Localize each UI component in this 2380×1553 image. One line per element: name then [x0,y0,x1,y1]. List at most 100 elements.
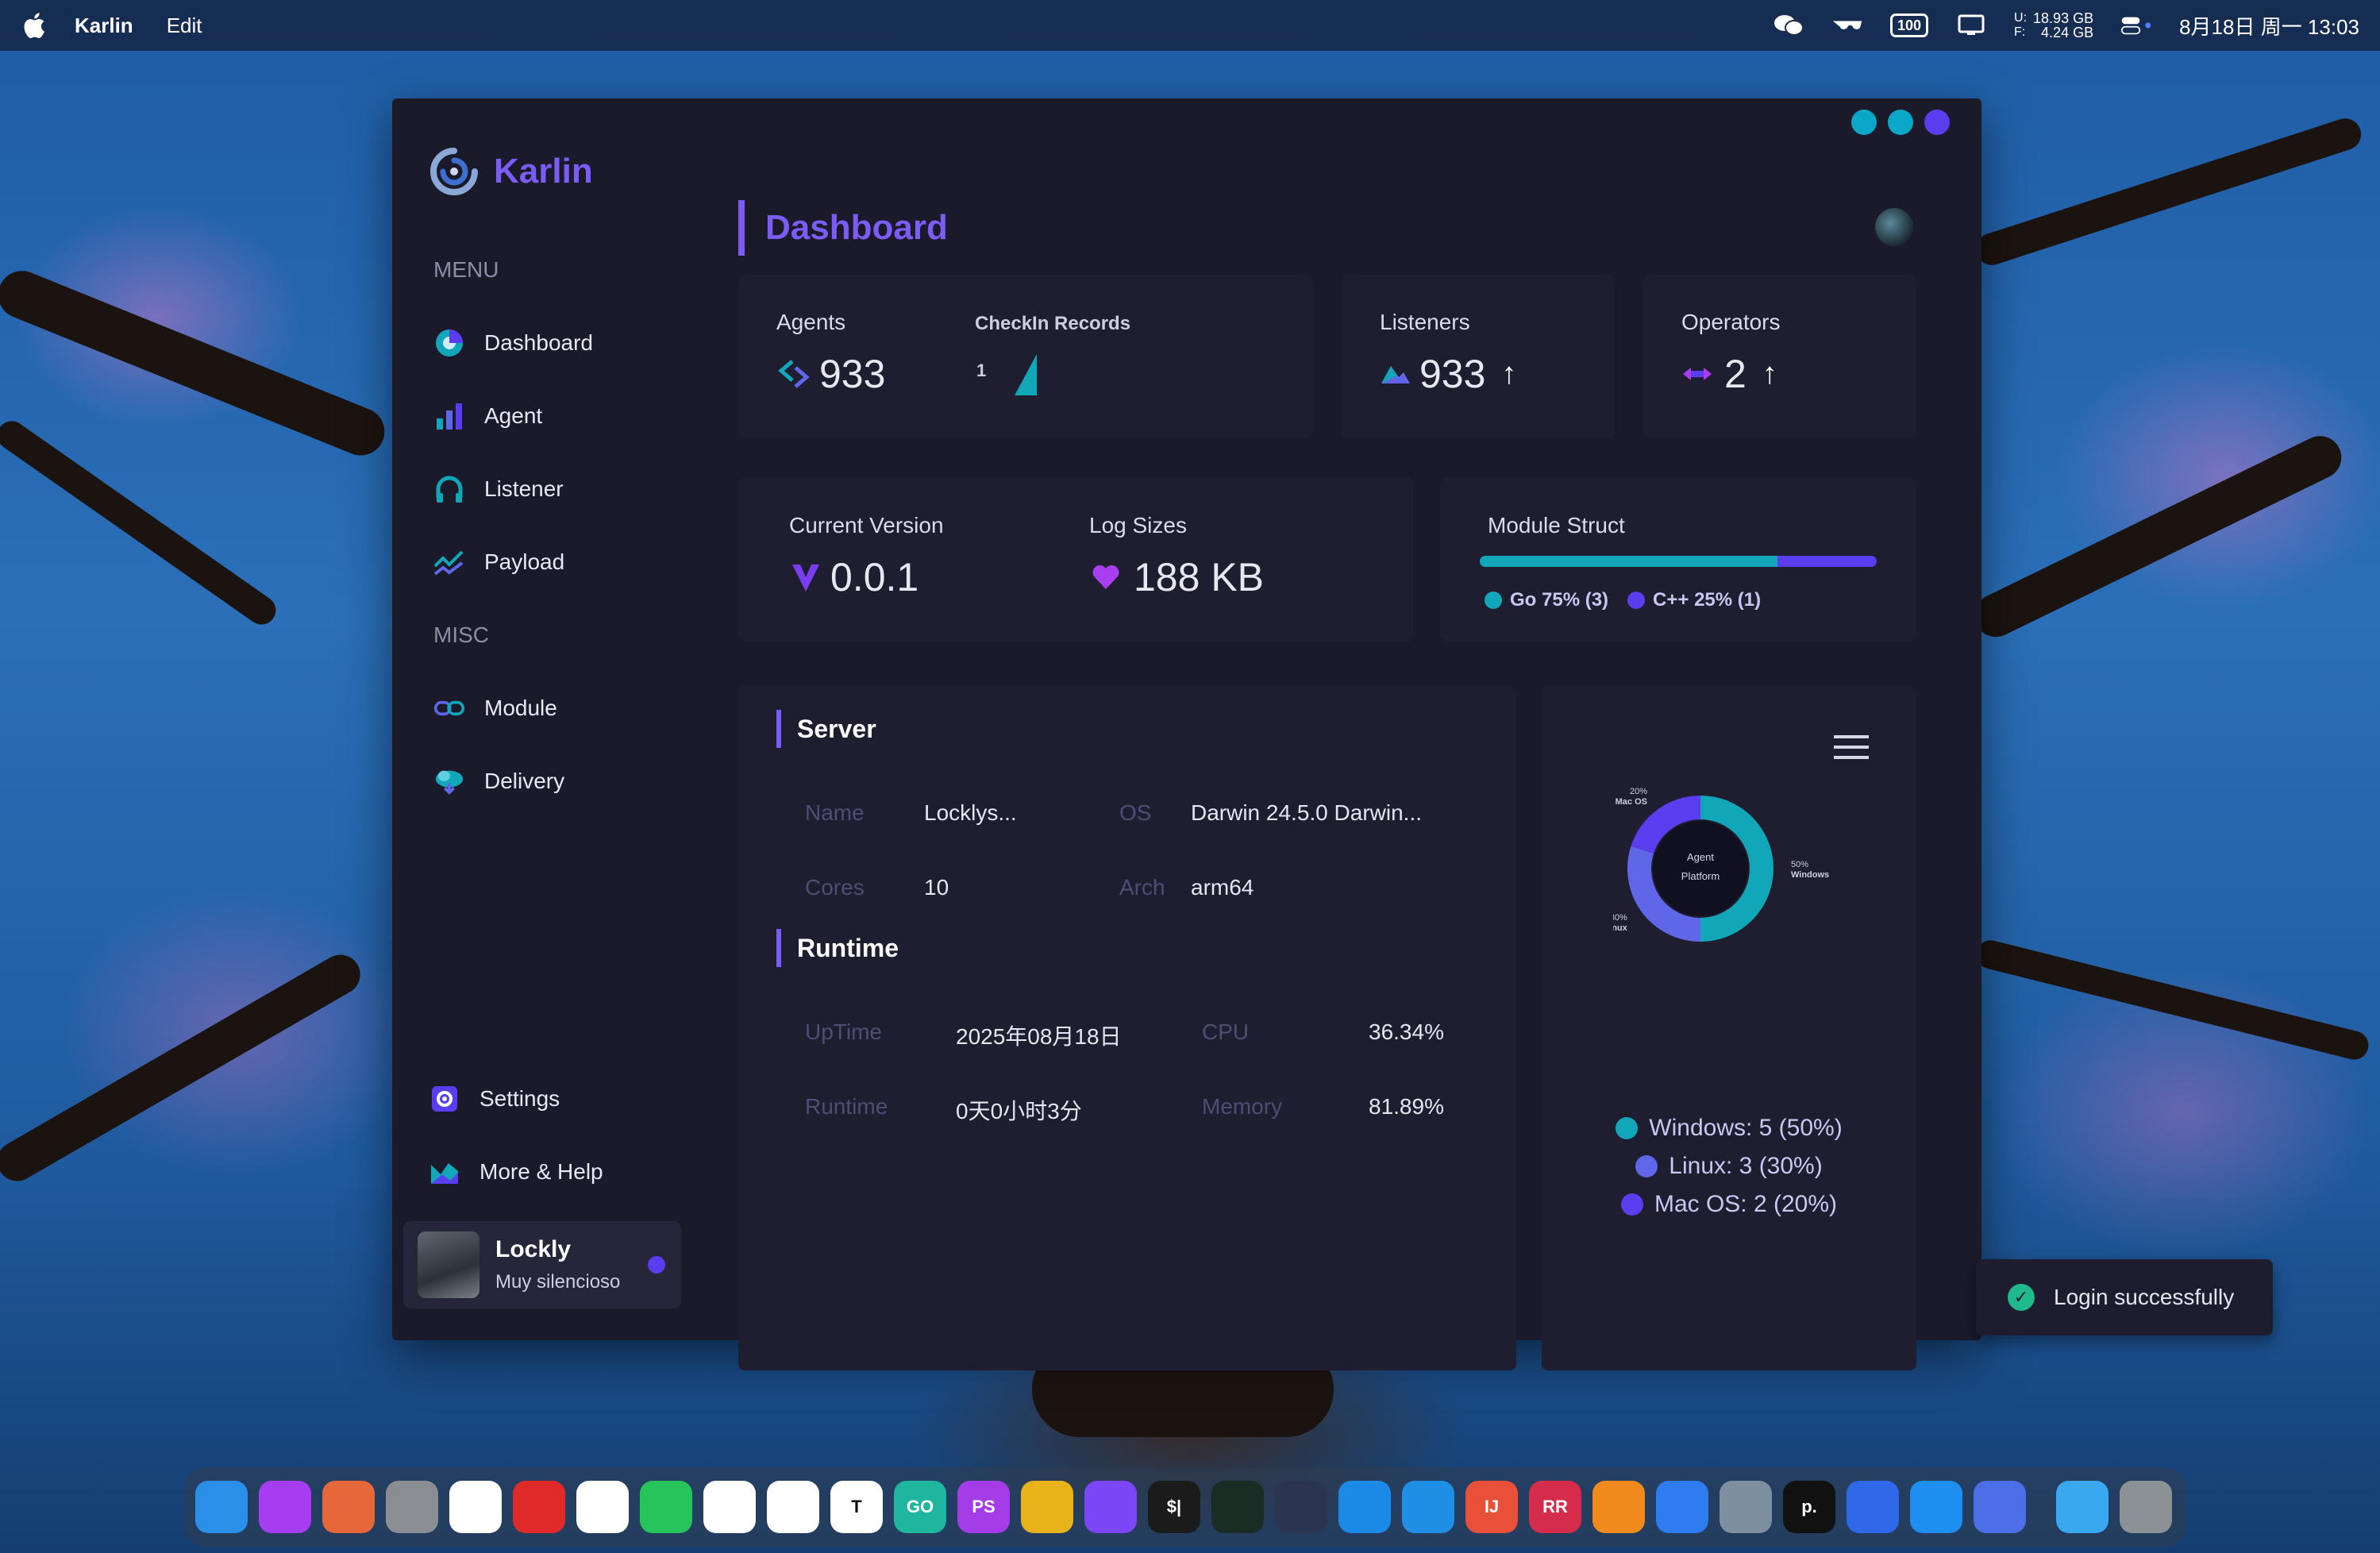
legend-swatch [1635,1155,1658,1177]
quicktime-icon[interactable] [1720,1481,1772,1533]
display-icon[interactable] [1955,13,1987,37]
sidebar-item-payload[interactable]: Payload [433,546,564,578]
headphones-icon [433,473,465,505]
legend-item-linux[interactable]: Linux: 3 (30%) [1635,1153,1823,1180]
memory-label: Memory [1202,1094,1283,1119]
qq-icon[interactable] [576,1481,629,1533]
netease-icon[interactable] [513,1481,565,1533]
chart-menu-icon[interactable] [1834,735,1869,759]
module-struct-card: Module Struct Go 75% (3) C++ 25% (1) [1440,478,1916,642]
server-card: Server Name Locklys... OS Darwin 24.5.0 … [738,686,1516,1370]
legend-label: C++ 25% (1) [1653,589,1762,611]
glasses-icon[interactable] [1831,13,1863,37]
bar-chart-icon [433,400,465,432]
main-content: Dashboard Agents 933 CheckIn Records 1 L… [702,98,2273,1370]
edge-icon[interactable] [1338,1481,1391,1533]
sidebar-item-label: Delivery [484,769,565,793]
calendar-app-icon[interactable] [1847,1481,1899,1533]
feishu-icon[interactable] [1656,1481,1708,1533]
control-center-icon[interactable] [2120,13,2152,37]
cloud-app-icon[interactable] [1275,1481,1327,1533]
sidebar-item-module[interactable]: Module [433,692,557,724]
app-window: Karlin MENU Dashboard Agent Listener Pay… [392,98,2273,1370]
karlin-icon[interactable] [1974,1481,2026,1533]
cloud-icon [433,765,465,797]
module-legend-go: Go 75% (3) [1485,589,1608,611]
settings-icon[interactable] [386,1481,438,1533]
stack-icon[interactable] [259,1481,311,1533]
battery-indicator[interactable]: 100 [1889,13,1929,37]
sidebar-item-settings[interactable]: Settings [429,1083,560,1115]
sidebar-item-dashboard[interactable]: Dashboard [433,327,593,359]
pie-label-pct-windows: 50% [1791,860,1808,869]
sidebar-item-agent[interactable]: Agent [433,400,542,432]
sidebar-item-listener[interactable]: Listener [433,473,564,505]
legend-item-windows[interactable]: Windows: 5 (50%) [1616,1115,1843,1142]
brand-logo[interactable]: Karlin [430,148,593,195]
m-icon[interactable] [703,1481,756,1533]
operators-up-arrow: ↑ [1762,356,1777,391]
wechat-icon[interactable] [1773,13,1804,37]
server-name-value: Locklys... [924,800,1017,825]
legend-swatch [1620,1193,1643,1216]
planet-icon[interactable] [1211,1481,1264,1533]
rider-icon[interactable]: RR [1529,1481,1581,1533]
phpstorm-icon[interactable]: PS [957,1481,1010,1533]
menu-clock[interactable]: 8月18日 周一 13:03 [2179,11,2359,40]
sidebar-item-delivery[interactable]: Delivery [433,765,564,797]
p-icon[interactable]: p. [1783,1481,1835,1533]
pie-label-pct-linux: 30% [1613,913,1627,923]
sidebar-item-label: Module [484,696,557,720]
docker-icon[interactable] [1402,1481,1454,1533]
goland-icon[interactable]: GO [894,1481,946,1533]
downloads-icon[interactable] [2056,1481,2108,1533]
agents-card: Agents 933 CheckIn Records 1 [738,275,1313,438]
panda-icon[interactable] [767,1481,819,1533]
sublime-icon[interactable] [1592,1481,1645,1533]
finder-icon[interactable] [195,1481,248,1533]
intellij-icon[interactable]: IJ [1465,1481,1518,1533]
apple-icon[interactable] [19,11,48,40]
bolt-icon[interactable] [1084,1481,1137,1533]
trash-icon[interactable] [2120,1481,2172,1533]
user-card[interactable]: Lockly Muy silencioso [403,1221,681,1308]
wechat-icon[interactable] [640,1481,692,1533]
status-dot [648,1256,665,1274]
legend-swatch [1627,592,1646,609]
dock: T GO PS $| IJ RR p. [184,1467,2186,1547]
sidebar-item-label: Payload [484,549,565,574]
listeners-value: 933 [1419,352,1486,396]
sidebar-item-label: Settings [479,1086,560,1111]
version-label: Current Version [789,513,944,538]
pie-label-name-windows: Windows [1791,870,1829,880]
avatar [418,1231,479,1298]
menu-edit[interactable]: Edit [167,13,202,38]
toast-message: Login successfully [2054,1285,2235,1309]
header-avatar[interactable] [1875,208,1913,246]
checkin-axis-label: 1 [976,360,987,380]
sidebar-item-more-help[interactable]: More & Help [429,1156,603,1188]
menu-app-name[interactable]: Karlin [75,13,133,38]
windows-icon[interactable] [1910,1481,1962,1533]
legend-label: Windows: 5 (50%) [1649,1115,1843,1141]
runtime-label: Runtime [805,1094,888,1119]
legend-label: Mac OS: 2 (20%) [1654,1191,1838,1217]
operators-icon [1683,368,1712,380]
launchpad-icon[interactable] [322,1481,375,1533]
terminal-icon[interactable]: $| [1148,1481,1200,1533]
legend-item-mac-os[interactable]: Mac OS: 2 (20%) [1620,1191,1838,1218]
runtime-value: 0天0小时3分 [956,1099,1082,1123]
memory-monitor[interactable]: U: F: 18.93 GB 4.24 GB [2014,11,2093,40]
server-os-label: OS [1119,800,1152,825]
server-cores-value: 10 [924,875,949,900]
typora-icon[interactable]: T [830,1481,883,1533]
server-title: Server [776,710,876,748]
wps-icon[interactable] [449,1481,502,1533]
legend-label: Linux: 3 (30%) [1669,1153,1823,1179]
legend-swatch [1485,592,1502,609]
cpu-label: CPU [1202,1019,1250,1044]
agents-label: Agents [776,310,846,334]
paw-icon[interactable] [1021,1481,1073,1533]
link-icon [433,692,465,724]
checkin-label: CheckIn Records [975,313,1131,334]
